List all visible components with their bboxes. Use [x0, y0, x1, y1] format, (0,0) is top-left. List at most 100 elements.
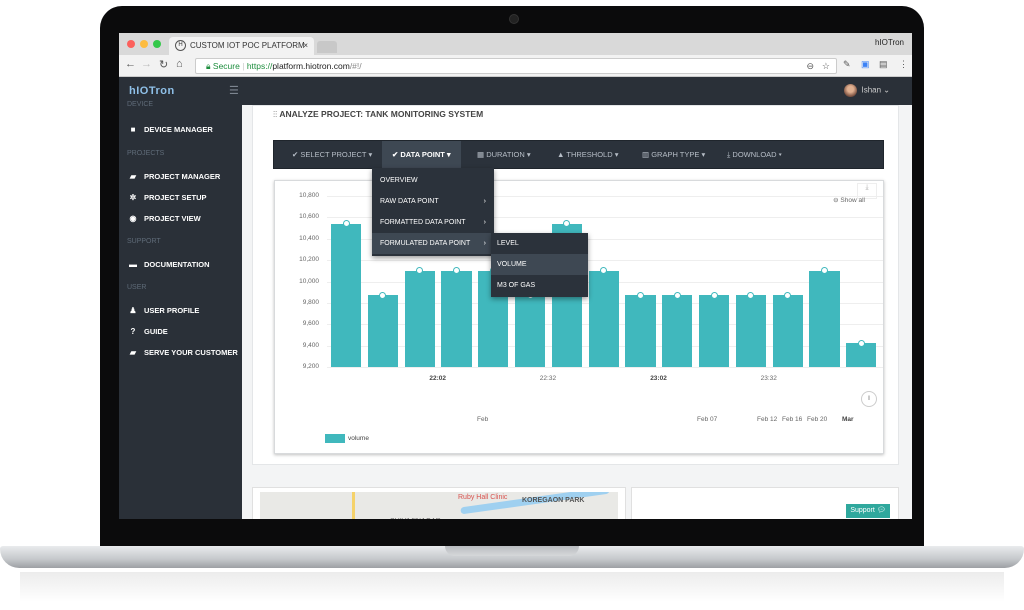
browser-menu-icon[interactable]: ⋮: [899, 59, 908, 70]
bar-chart-icon: ▥: [642, 150, 650, 159]
bar[interactable]: [772, 295, 803, 367]
sidebar-section-user: USER: [127, 284, 147, 291]
support-button[interactable]: Support 💬︎: [846, 504, 890, 518]
data-point-marker[interactable]: [342, 220, 350, 228]
show-all-button[interactable]: ⊖ Show all: [833, 196, 865, 204]
duration-button[interactable]: ▦ DURATION ▾: [477, 141, 531, 168]
data-point-marker[interactable]: [710, 291, 718, 299]
sidebar-item-project-view[interactable]: ◉ PROJECT VIEW: [128, 214, 201, 223]
forward-icon[interactable]: →: [141, 58, 152, 70]
navigator-label: Feb: [477, 416, 489, 423]
chevron-right-icon: ›: [483, 198, 486, 205]
sidebar-item-project-setup[interactable]: ✲ PROJECT SETUP: [128, 193, 207, 202]
sidebar-item-project-manager[interactable]: ▰ PROJECT MANAGER: [128, 172, 220, 181]
chevron-right-icon: ›: [483, 219, 486, 226]
graph-type-button[interactable]: ▥ GRAPH TYPE ▾: [642, 141, 705, 168]
close-tab-icon[interactable]: ×: [303, 37, 308, 55]
download-icon: ⤓: [865, 184, 869, 191]
data-point-marker[interactable]: [636, 291, 644, 299]
threshold-button[interactable]: ▲ THRESHOLD ▾: [557, 141, 619, 168]
menu-item-raw-data-point[interactable]: RAW DATA POINT ›: [372, 191, 494, 212]
secure-label: Secure: [212, 61, 240, 71]
sidebar-item-device-manager[interactable]: ■ DEVICE MANAGER: [128, 125, 213, 134]
sidebar-item-user-profile[interactable]: ♟ USER PROFILE: [128, 306, 199, 315]
map[interactable]: KOREGAON PARK Ruby Hall Clinic SHIVAJINA…: [260, 492, 618, 519]
maximize-window-button[interactable]: [153, 40, 161, 48]
laptop-reflection: [20, 572, 1004, 602]
hamburger-menu-icon[interactable]: ☰: [229, 84, 239, 97]
x-tick-label: 22:02: [429, 375, 447, 382]
bar[interactable]: [699, 295, 730, 367]
y-tick-label: 9,800: [302, 298, 319, 306]
laptop-notch: [445, 546, 579, 556]
minimize-window-button[interactable]: [140, 40, 148, 48]
bar[interactable]: [367, 295, 398, 367]
film-extension-icon[interactable]: ▤: [879, 59, 888, 70]
navigator-handle[interactable]: ‖: [861, 391, 877, 407]
address-bar[interactable]: 🔒︎ Secure | https://platform.hiotron.com…: [195, 58, 837, 74]
favicon-icon: H: [175, 40, 186, 52]
close-window-button[interactable]: [127, 40, 135, 48]
map-label: Ruby Hall Clinic: [458, 494, 508, 501]
formulated-data-point-submenu: LEVEL VOLUME M3 OF GAS: [491, 233, 588, 297]
user-icon: ♟: [129, 306, 137, 315]
sidebar-item-documentation[interactable]: ▬ DOCUMENTATION: [128, 260, 210, 269]
webcam: [509, 14, 519, 24]
data-point-button[interactable]: ✔ DATA POINT ▾: [382, 141, 461, 168]
data-point-marker[interactable]: [673, 291, 681, 299]
bar[interactable]: [441, 270, 472, 367]
bar[interactable]: [809, 270, 840, 367]
bookmark-star-icon[interactable]: ☆: [822, 59, 830, 73]
check-circle-icon: ✔: [292, 150, 299, 159]
y-tick-label: 10,000: [299, 277, 319, 285]
navigator-label: Feb 16: [782, 416, 803, 423]
chevron-right-icon: ›: [483, 240, 486, 247]
browser-tab[interactable]: H CUSTOM IOT POC PLATFORM ×: [169, 37, 314, 55]
menu-item-formatted-data-point[interactable]: FORMATTED DATA POINT ›: [372, 212, 494, 233]
extension-icon[interactable]: ▣: [861, 59, 870, 70]
eye-icon: ◉: [129, 214, 137, 223]
bar[interactable]: [404, 270, 435, 367]
bar[interactable]: [331, 223, 362, 367]
bar[interactable]: [662, 295, 693, 367]
data-point-marker[interactable]: [857, 339, 865, 347]
menu-item-overview[interactable]: OVERVIEW: [372, 170, 494, 191]
bar[interactable]: [515, 295, 546, 367]
bar[interactable]: [588, 270, 619, 367]
download-icon: ⤓: [727, 150, 731, 159]
navigator-label: Mar: [842, 416, 854, 423]
eyedropper-extension-icon[interactable]: ✎: [843, 59, 851, 70]
bar[interactable]: [846, 343, 877, 367]
navigator-label: Feb 07: [697, 416, 718, 423]
navigator-label: Feb 12: [757, 416, 778, 423]
x-tick-label: 22:32: [539, 375, 557, 382]
folder-open-icon: ▰: [129, 172, 137, 181]
user-menu[interactable]: Ishan ⌄: [844, 84, 890, 97]
y-tick-label: 9,600: [302, 320, 319, 328]
x-tick-label: 23:02: [650, 375, 667, 382]
app-logo[interactable]: hIOTron: [129, 85, 175, 97]
bar[interactable]: [735, 295, 766, 367]
menu-item-formulated-data-point[interactable]: FORMULATED DATA POINT ›: [372, 233, 494, 254]
y-tick-label: 10,200: [299, 256, 319, 264]
browser-tab-bar: H CUSTOM IOT POC PLATFORM × hIOTron: [119, 33, 912, 55]
submenu-item-level[interactable]: LEVEL: [491, 233, 588, 254]
home-icon[interactable]: ⌂: [176, 58, 183, 70]
screen: H CUSTOM IOT POC PLATFORM × hIOTron ← → ↻…: [119, 33, 912, 519]
reload-icon[interactable]: ↻: [159, 58, 168, 71]
legend-swatch-volume[interactable]: [325, 434, 345, 443]
zoom-icon[interactable]: ⊖: [806, 59, 814, 73]
bar[interactable]: [625, 295, 656, 367]
submenu-item-volume[interactable]: VOLUME: [491, 254, 588, 275]
new-tab-button[interactable]: [317, 41, 337, 53]
legend-label-volume[interactable]: volume: [348, 435, 369, 442]
sidebar-item-guide[interactable]: ? GUIDE: [128, 327, 168, 336]
zoom-out-icon: ⊖: [833, 197, 839, 204]
sidebar-item-serve-your-customer[interactable]: ▰ SERVE YOUR CUSTOMER: [128, 348, 238, 357]
download-button[interactable]: ⤓ DOWNLOAD ▾: [727, 141, 782, 168]
select-project-button[interactable]: ✔ SELECT PROJECT ▾: [292, 141, 372, 168]
y-tick-label: 9,400: [302, 341, 319, 349]
submenu-item-m3-of-gas[interactable]: M3 OF GAS: [491, 275, 588, 296]
warning-icon: ▲: [557, 150, 565, 159]
back-icon[interactable]: ←: [125, 58, 136, 70]
